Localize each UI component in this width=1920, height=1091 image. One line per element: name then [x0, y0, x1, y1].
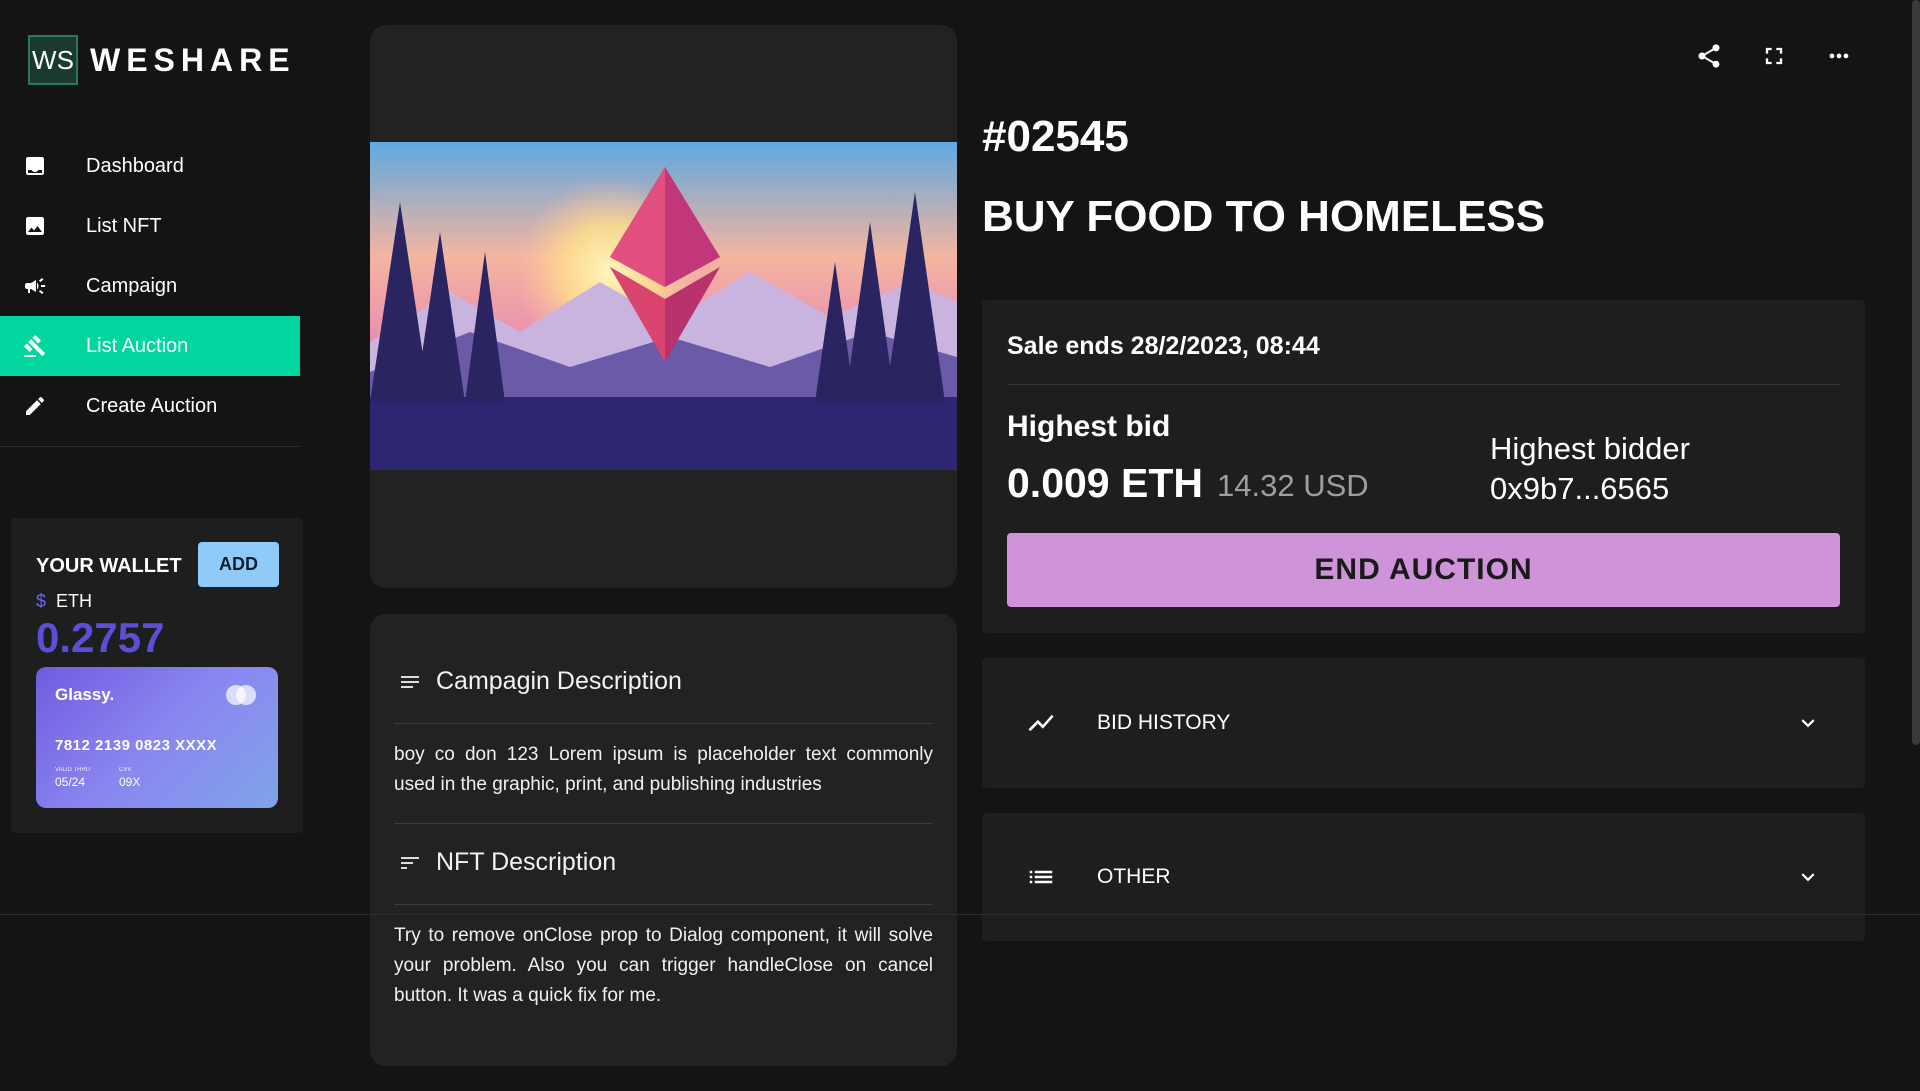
card-valid-label: VALID THRU: [55, 767, 91, 773]
highest-bidder-label: Highest bidder: [1490, 431, 1690, 466]
share-icon[interactable]: [1694, 41, 1724, 71]
campaign-title: BUY FOOD TO HOMELESS: [982, 192, 1546, 241]
highest-bid-usd: 14.32 USD: [1217, 468, 1369, 503]
sort-lines-icon: [401, 856, 419, 869]
card-number: 7812 2139 0823 XXXX: [55, 737, 218, 754]
card-logo-icon: [226, 685, 260, 705]
sidebar-item-list-auction[interactable]: List Auction: [0, 316, 300, 376]
sidebar-item-list-nft[interactable]: List NFT: [0, 196, 300, 256]
end-auction-button[interactable]: END AUCTION: [1007, 533, 1840, 607]
nft-description-text: Try to remove onClose prop to Dialog com…: [394, 925, 933, 1006]
dashboard-icon: [22, 153, 48, 179]
wallet-title: YOUR WALLET: [36, 555, 182, 577]
card-cvv-label: CVV: [119, 767, 132, 773]
campaign-description-text: boy co don 123 Lorem ipsum is placeholde…: [394, 744, 933, 795]
nft-description-heading: NFT Description: [398, 848, 616, 877]
campaign-description-title: Campagin Description: [436, 667, 682, 695]
credit-card: Glassy. 7812 2139 0823 XXXX VALID THRU 0…: [36, 667, 278, 808]
sidebar-item-dashboard[interactable]: Dashboard: [0, 136, 300, 196]
page-divider: [0, 914, 1920, 915]
nft-image[interactable]: [370, 142, 957, 470]
sidebar-item-label: List NFT: [86, 214, 162, 237]
token-id: #02545: [982, 112, 1129, 161]
logo-text: WESHARE: [90, 41, 296, 78]
nft-description-title: NFT Description: [436, 848, 617, 876]
add-funds-button[interactable]: ADD: [198, 542, 279, 587]
divider: [394, 723, 933, 724]
fullscreen-icon[interactable]: [1759, 41, 1789, 71]
chevron-down-icon: [1795, 710, 1821, 736]
trending-icon: [1026, 708, 1056, 738]
highest-bidder-address: 0x9b7...6565: [1490, 471, 1670, 506]
chevron-down-icon: [1795, 864, 1821, 890]
card-brand: Glassy.: [55, 685, 115, 704]
logo[interactable]: WS WESHARE: [28, 35, 296, 85]
notes-icon: [401, 675, 419, 688]
logo-mark: WS: [28, 35, 78, 85]
other-label: OTHER: [1097, 865, 1171, 888]
wallet-panel: YOUR WALLET ADD $ ETH 0.2757 Glassy. 7812…: [11, 518, 303, 833]
campaign-description-heading: Campagin Description: [398, 667, 682, 696]
sidebar-item-label: Campaign: [86, 274, 178, 297]
sidebar-item-campaign[interactable]: Campaign: [0, 256, 300, 316]
highest-bid-label: Highest bid: [1007, 410, 1171, 443]
wallet-currency: $ ETH: [36, 591, 92, 612]
sidebar-nav: Dashboard List NFT Campaign List Auction…: [0, 136, 300, 447]
sidebar-item-create-auction[interactable]: Create Auction: [0, 376, 300, 436]
card-cvv: 09X: [119, 775, 141, 789]
auction-card: Sale ends 28/2/2023, 08:44 Highest bid 0…: [982, 300, 1865, 633]
sidebar-item-label: Create Auction: [86, 394, 218, 417]
divider: [1007, 384, 1840, 385]
card-valid: 05/24: [55, 775, 86, 789]
nft-image-panel: [370, 25, 957, 588]
more-options-icon[interactable]: [1824, 41, 1854, 71]
other-accordion[interactable]: OTHER: [982, 813, 1865, 941]
scrollbar[interactable]: [1912, 0, 1920, 745]
sidebar-item-label: Dashboard: [86, 154, 184, 177]
highest-bid-eth: 0.009 ETH: [1007, 460, 1203, 506]
currency-label: ETH: [56, 591, 93, 611]
megaphone-icon: [22, 273, 48, 299]
list-icon: [1026, 862, 1056, 892]
image-icon: [22, 213, 48, 239]
dollar-icon: $: [36, 591, 47, 611]
gavel-icon: [22, 333, 48, 359]
bid-history-accordion[interactable]: BID HISTORY: [982, 658, 1865, 788]
bid-history-label: BID HISTORY: [1097, 711, 1231, 734]
sidebar: WS WESHARE Dashboard List NFT Campaign L…: [0, 0, 303, 1091]
divider: [394, 823, 933, 824]
wallet-balance: 0.2757: [36, 614, 165, 661]
description-panel: Campagin Description boy co don 123 Lore…: [370, 614, 957, 1066]
sale-ends: Sale ends 28/2/2023, 08:44: [1007, 332, 1320, 360]
pencil-icon: [22, 393, 48, 419]
divider: [394, 904, 933, 905]
sidebar-item-label: List Auction: [86, 334, 189, 357]
